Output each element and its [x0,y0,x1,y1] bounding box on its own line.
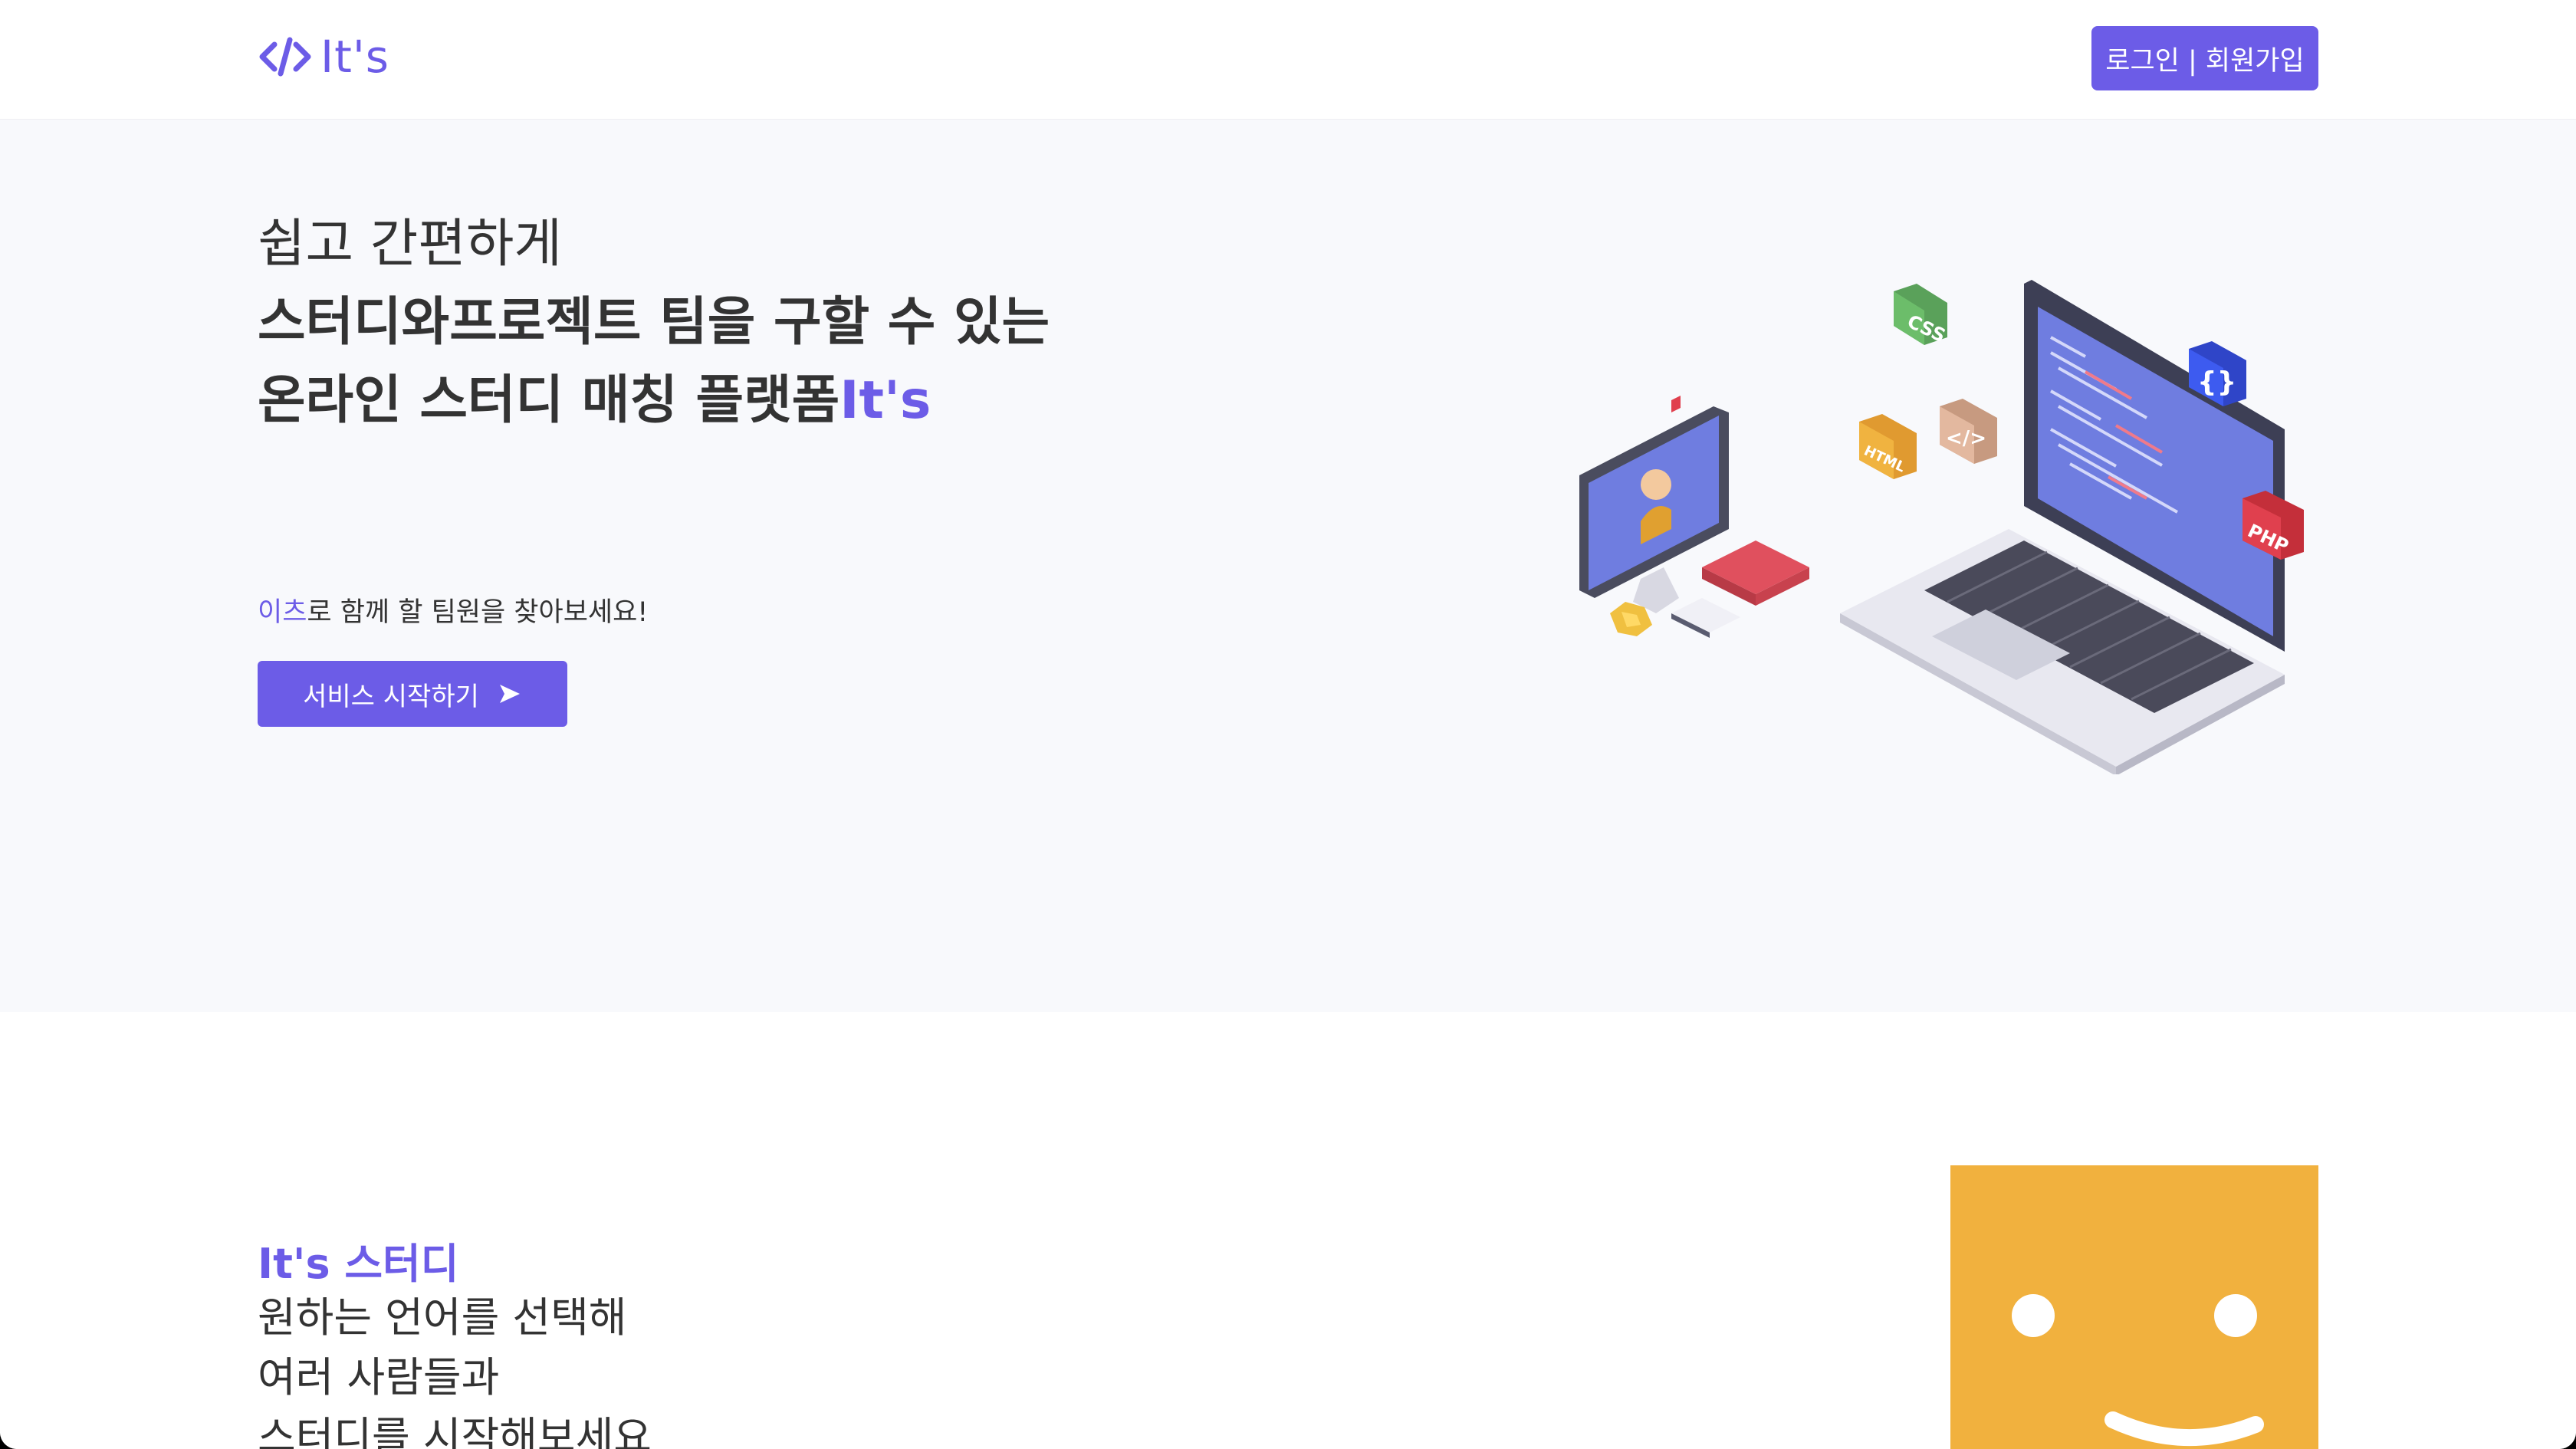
hero-subtitle: 이츠로 함께 할 팀원을 찾아보세요! [258,590,648,629]
hero-subtitle-highlight: 이츠 [258,597,307,628]
page: It's 로그인 | 회원가입 쉽고 간편하게 스터디와프로젝트 팀을 구할 수… [0,0,2576,1449]
study-section-line: 스터디를 시작해보세요 [258,1413,652,1449]
braces-badge: {} [2189,341,2246,406]
code-label: </> [1946,427,1986,450]
study-section-text: 원하는 언어를 선택해 여러 사람들과 스터디를 시작해보세요 [258,1288,652,1449]
hero-subtitle-text: 로 함께 할 팀원을 찾아보세요! [307,597,649,628]
hero-title-line1: 쉽고 간편하게 [258,214,562,274]
smiley-mouth [2104,1411,2264,1447]
logo[interactable]: It's [258,26,389,87]
css-badge: CSS [1894,284,1949,347]
start-service-button[interactable]: 서비스 시작하기 [258,661,567,727]
code-brackets-icon [259,37,311,77]
hero-title-line3: 온라인 스터디 매칭 플랫폼It's [258,362,1050,440]
send-icon [499,685,520,703]
top-navbar: It's 로그인 | 회원가입 [0,0,2576,120]
study-section-line: 여러 사람들과 [258,1353,500,1401]
hero-title-line2: 스터디와프로젝트 팀을 구할 수 있는 [258,292,1050,353]
login-signup-button[interactable]: 로그인 | 회원가입 [2091,26,2318,90]
laptop-illustration: CSS {} HTML </> PHP [1579,280,2304,774]
notepad-illustration [1671,598,1740,638]
start-service-label: 서비스 시작하기 [303,681,479,712]
hero-title: 쉽고 간편하게 스터디와프로젝트 팀을 구할 수 있는 온라인 스터디 매칭 플… [258,205,1050,440]
hero-title-line3-text: 온라인 스터디 매칭 플랫폼 [258,370,840,431]
notebook-illustration [1702,540,1809,606]
logo-text: It's [320,31,390,83]
study-section-line: 원하는 언어를 선택해 [258,1293,627,1342]
study-section-title: It's 스터디 [258,1240,459,1288]
code-badge: </> [1940,399,1997,464]
smiley-illustration [1950,1165,2318,1449]
braces-label: {} [2197,366,2236,398]
hero-title-brand: It's [840,370,932,431]
html-badge: HTML [1859,414,1917,479]
